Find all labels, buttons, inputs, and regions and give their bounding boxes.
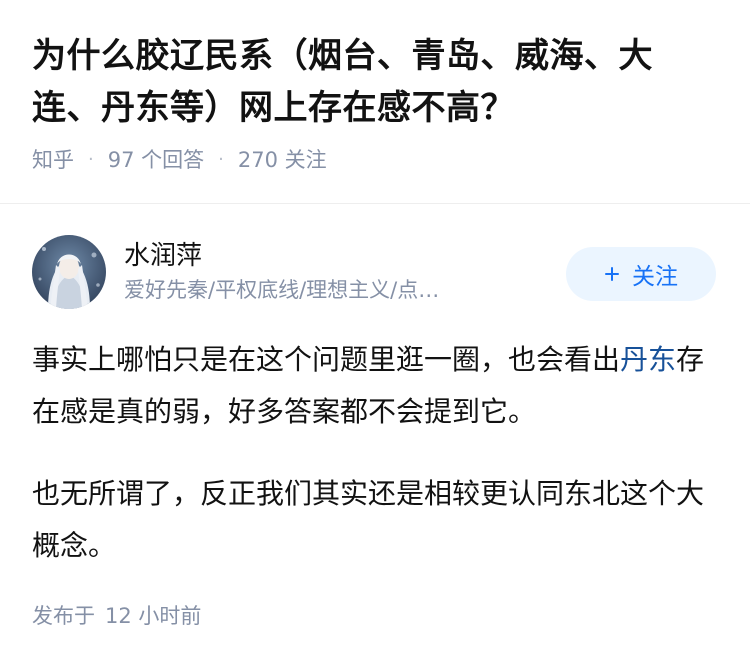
publish-time: 12 小时前 — [105, 604, 202, 628]
question-meta: 知乎 · 97 个回答 · 270 关注 — [32, 142, 718, 176]
question-header: 为什么胶辽民系（烟台、青岛、威海、大连、丹东等）网上存在感不高？ 知乎 · 97… — [0, 0, 750, 176]
author-name[interactable]: 水润萍 — [124, 239, 566, 273]
separator-dot: · — [218, 148, 224, 170]
follow-button[interactable]: 关注 — [566, 247, 716, 301]
publish-info: 发布于 12 小时前 — [32, 600, 201, 630]
author-bio: 爱好先秦/平权底线/理想主义/点… — [124, 278, 440, 302]
separator-dot: · — [88, 148, 94, 170]
plus-icon — [604, 261, 620, 288]
avatar-image — [32, 235, 106, 309]
publish-label: 发布于 — [32, 604, 95, 628]
answer-paragraph: 也无所谓了，反正我们其实还是相较更认同东北这个大概念。 — [32, 477, 705, 562]
answer-card: 水润萍 爱好先秦/平权底线/理想主义/点… 关注 事实上哪怕只是在这个问题里逛一… — [32, 232, 718, 572]
follow-label: 关注 — [632, 263, 678, 289]
avatar[interactable] — [32, 235, 106, 309]
author-row: 水润萍 爱好先秦/平权底线/理想主义/点… 关注 — [32, 232, 718, 312]
topic-link[interactable]: 丹东 — [620, 343, 676, 376]
follower-count[interactable]: 270 关注 — [238, 144, 327, 174]
answer-content: 事实上哪怕只是在这个问题里逛一圈，也会看出丹东存在感是真的弱，好多答案都不会提到… — [32, 334, 718, 572]
question-title[interactable]: 为什么胶辽民系（烟台、青岛、威海、大连、丹东等）网上存在感不高？ — [32, 30, 718, 134]
section-divider — [0, 203, 750, 204]
answer-count[interactable]: 97 个回答 — [108, 144, 204, 174]
answer-paragraph: 事实上哪怕只是在这个问题里逛一圈，也会看出丹东存在感是真的弱，好多答案都不会提到… — [32, 334, 718, 438]
paragraph-text: 事实上哪怕只是在这个问题里逛一圈，也会看出 — [32, 343, 621, 376]
author-info: 水润萍 爱好先秦/平权底线/理想主义/点… — [124, 239, 566, 305]
source-label[interactable]: 知乎 — [32, 144, 74, 174]
